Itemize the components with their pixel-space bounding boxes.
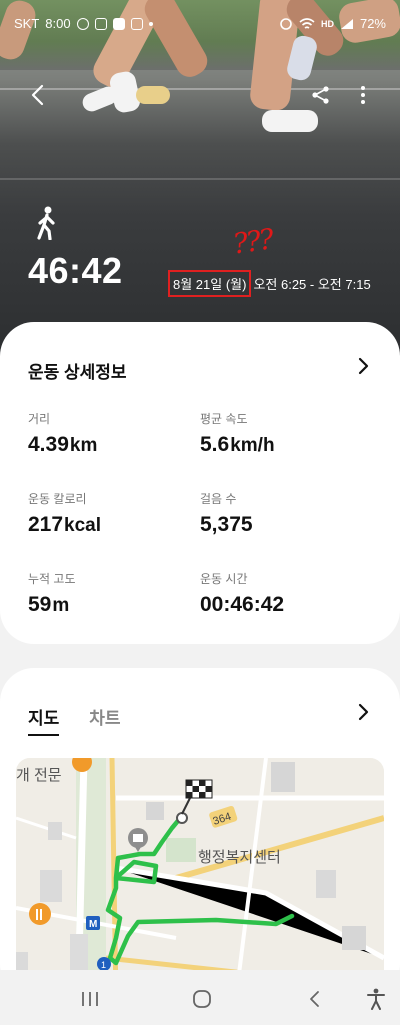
metric-workout-time: 운동 시간 00:46:42 bbox=[200, 570, 284, 617]
route-map[interactable]: 행정복지센터 개 전문 364 M 1 bbox=[16, 758, 384, 998]
carrier-label: SKT bbox=[14, 16, 40, 31]
signal-icon bbox=[340, 18, 353, 29]
more-options-button[interactable] bbox=[348, 80, 378, 110]
metric-label: 누적 고도 bbox=[28, 572, 76, 586]
workout-duration: 46:42 bbox=[28, 250, 123, 291]
metric-unit: kcal bbox=[64, 515, 102, 536]
metric-calories: 운동 칼로리 217kcal bbox=[28, 490, 101, 537]
metric-value: 5,375 bbox=[200, 513, 253, 536]
road-marking bbox=[0, 88, 400, 90]
map-store-label: 개 전문 bbox=[16, 767, 62, 784]
metric-label: 거리 bbox=[28, 412, 51, 426]
metric-label: 걸음 수 bbox=[200, 492, 237, 506]
metric-label: 운동 칼로리 bbox=[28, 492, 87, 506]
clock: 8:00 bbox=[45, 16, 71, 31]
alarm-icon bbox=[280, 17, 292, 30]
status-bar: SKT 8:00 HD 72% bbox=[0, 0, 400, 46]
view-tabs: 지도 차트 bbox=[28, 704, 121, 736]
metric-steps: 걸음 수 5,375 bbox=[200, 490, 253, 537]
back-arrow-icon bbox=[31, 84, 44, 106]
accessibility-button[interactable] bbox=[364, 988, 388, 1010]
cloud-icon bbox=[94, 17, 107, 30]
facebook-icon bbox=[76, 17, 89, 30]
accessibility-icon bbox=[367, 988, 385, 1010]
map-place-label: 행정복지센터 bbox=[198, 849, 281, 866]
metric-distance: 거리 4.39km bbox=[28, 410, 97, 457]
wifi-icon bbox=[299, 17, 315, 29]
runner-shoe bbox=[136, 86, 170, 104]
back-nav-icon bbox=[310, 991, 319, 1007]
tab-chart[interactable]: 차트 bbox=[89, 704, 120, 736]
back-nav-button[interactable] bbox=[302, 988, 326, 1010]
runner-shoe bbox=[262, 110, 318, 132]
more-vertical-icon bbox=[361, 86, 365, 104]
more-notifications-icon bbox=[148, 21, 153, 26]
home-icon bbox=[193, 990, 211, 1008]
metric-value: 59 bbox=[28, 593, 52, 616]
chevron-right-icon[interactable] bbox=[356, 356, 370, 376]
chevron-right-icon[interactable] bbox=[356, 702, 370, 722]
road-marking bbox=[0, 178, 400, 180]
workout-date-time: 8월 21일 (월) 오전 6:25 - 오전 7:15 bbox=[168, 270, 371, 297]
hero-background bbox=[0, 0, 400, 360]
metric-value: 4.39 bbox=[28, 433, 69, 456]
metric-elevation-gain: 누적 고도 59m bbox=[28, 570, 76, 617]
workout-details-card: 운동 상세정보 거리 4.39km 평균 속도 5.6km/h 운동 칼로리 2… bbox=[0, 322, 400, 644]
metric-value: 5.6 bbox=[200, 433, 230, 456]
gallery-icon bbox=[130, 17, 143, 30]
metric-value: 00:46:42 bbox=[200, 593, 285, 616]
naver-icon bbox=[112, 17, 125, 30]
hd-volte-icon: HD bbox=[320, 18, 334, 29]
map-canvas: 행정복지센터 개 전문 364 M 1 bbox=[16, 758, 384, 998]
workout-time-range: 오전 6:25 - 오전 7:15 bbox=[253, 277, 371, 292]
recent-apps-button[interactable] bbox=[78, 988, 102, 1010]
metric-unit: m bbox=[52, 595, 70, 616]
map-chart-card: 지도 차트 행정복지센터 개 전문 364 M 1 bbox=[0, 668, 400, 998]
back-button[interactable] bbox=[22, 80, 52, 110]
workout-date: 8월 21일 (월) bbox=[168, 270, 252, 297]
home-button[interactable] bbox=[190, 988, 214, 1010]
question-annotation: ??? bbox=[230, 222, 275, 261]
metric-value: 217 bbox=[28, 513, 64, 536]
walking-icon bbox=[37, 206, 55, 240]
share-button[interactable] bbox=[306, 80, 336, 110]
route-badge: 1 bbox=[101, 960, 106, 970]
metric-avg-speed: 평균 속도 5.6km/h bbox=[200, 410, 275, 457]
metric-unit: km bbox=[69, 435, 98, 456]
share-icon bbox=[312, 86, 329, 104]
metric-unit: km/h bbox=[230, 435, 275, 456]
details-title: 운동 상세정보 bbox=[28, 363, 127, 382]
battery-level: 72% bbox=[359, 16, 386, 31]
recent-apps-icon bbox=[82, 992, 98, 1006]
metric-label: 평균 속도 bbox=[200, 412, 248, 426]
metric-label: 운동 시간 bbox=[200, 572, 248, 586]
metro-icon: M bbox=[89, 919, 97, 930]
tab-map[interactable]: 지도 bbox=[28, 704, 60, 736]
